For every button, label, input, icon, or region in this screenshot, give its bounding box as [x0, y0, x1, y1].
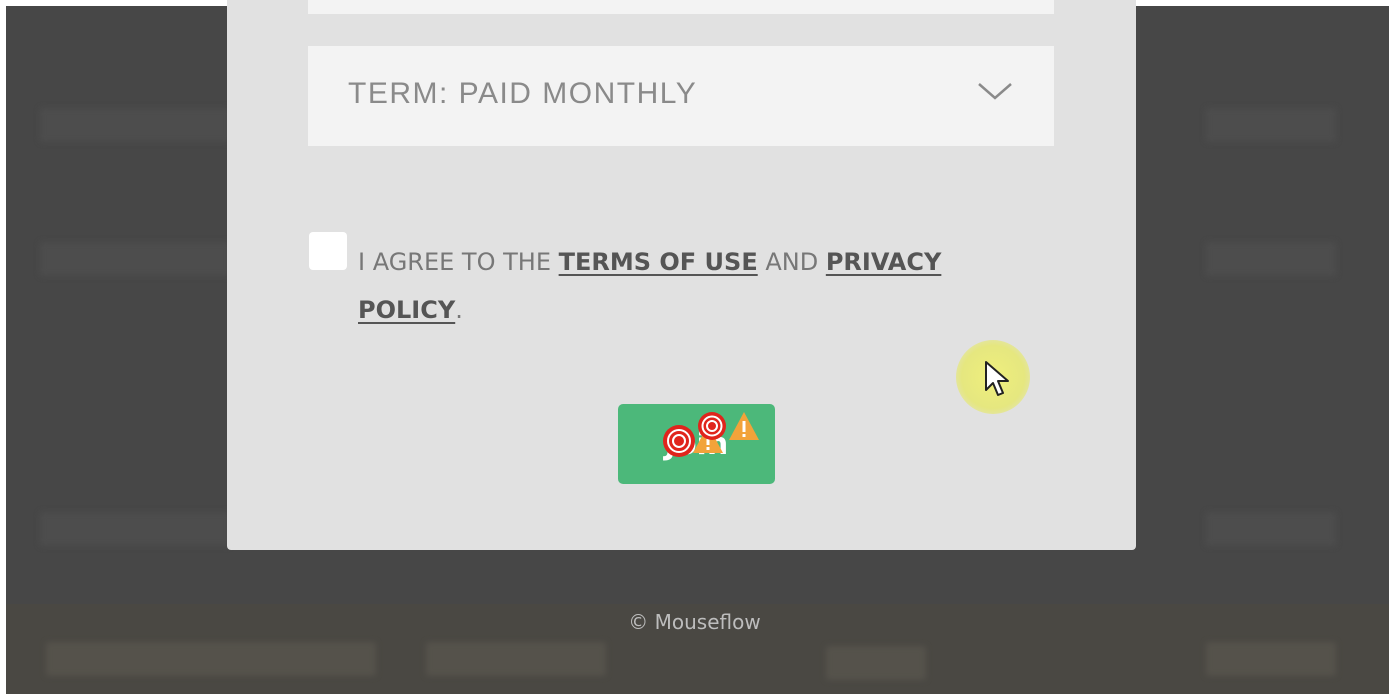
warning-icon: [729, 412, 759, 440]
click-marker-icon: [663, 425, 695, 457]
agreement-prefix: I AGREE TO THE: [358, 248, 559, 276]
background-row: [40, 108, 230, 142]
previous-field[interactable]: [308, 0, 1054, 14]
background-row: [426, 642, 606, 676]
footer-copyright: © Mouseflow: [628, 610, 761, 634]
agreement-suffix: .: [455, 296, 463, 324]
background-row: [1206, 242, 1336, 276]
background-row: [46, 642, 376, 676]
chevron-down-icon: [978, 83, 1012, 100]
click-marker-icon: [698, 412, 726, 440]
background-row: [1206, 512, 1336, 546]
background-row: [1206, 108, 1336, 142]
background-row: [40, 512, 230, 546]
background-row: [1206, 642, 1336, 676]
agreement-middle: AND: [757, 248, 826, 276]
term-select[interactable]: TERM: PAID MONTHLY: [308, 46, 1054, 146]
agreement-text: I AGREE TO THE TERMS OF USE AND PRIVACY …: [358, 238, 998, 334]
background-row: [826, 646, 926, 680]
term-select-label: TERM: PAID MONTHLY: [348, 77, 698, 110]
terms-of-use-link[interactable]: TERMS OF USE: [559, 248, 758, 276]
agree-checkbox[interactable]: [309, 232, 347, 270]
background-row: [40, 242, 230, 276]
mouse-cursor-icon: [985, 361, 1009, 396]
